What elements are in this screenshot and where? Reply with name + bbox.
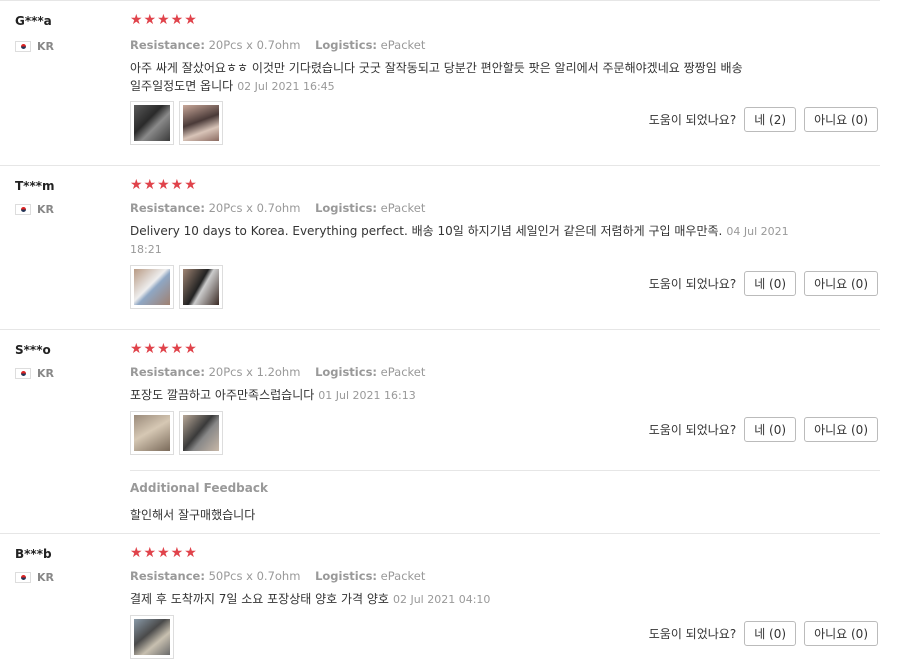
logistics-label: Logistics: (315, 38, 378, 52)
helpful-label: 도움이 되었나요? (648, 423, 737, 437)
helpful-no-button[interactable]: 아니요 (0) (804, 271, 878, 296)
logistics-label: Logistics: (315, 201, 378, 215)
review-sku-info: Resistance: 20Pcs x 0.7ohm Logistics: eP… (130, 38, 425, 52)
reviewer-name: S***o (15, 343, 51, 357)
review-date: 01 Jul 2021 16:13 (318, 389, 416, 402)
additional-feedback-title: Additional Feedback (130, 481, 268, 495)
review-photo-thumbnail[interactable] (179, 265, 223, 309)
reviewer-country: KR (15, 367, 54, 380)
helpful-yes-button[interactable]: 네 (0) (744, 417, 797, 442)
review-photos (130, 265, 223, 309)
review-sku-info: Resistance: 20Pcs x 1.2ohm Logistics: eP… (130, 365, 425, 379)
review-text-line: 아주 싸게 잘샀어요ㅎㅎ 이것만 기다렸습니다 굿굿 잘작동되고 당분간 편안할… (130, 61, 743, 75)
review-date: 02 Jul 2021 16:45 (237, 80, 335, 93)
kr-flag-icon (15, 572, 31, 583)
helpful-no-button[interactable]: 아니요 (0) (804, 107, 878, 132)
review-sku-info: Resistance: 50Pcs x 0.7ohm Logistics: eP… (130, 569, 425, 583)
review-item: S***o KR ★★★★★ Resistance: 20Pcs x 1.2oh… (0, 329, 900, 533)
review-text-line: 포장도 깔끔하고 아주만족스럽습니다 (130, 388, 315, 402)
additional-feedback-text: 할인해서 잘구매했습니다 (130, 508, 256, 522)
kr-flag-icon (15, 368, 31, 379)
review-photos (130, 101, 223, 145)
review-item: T***m KR ★★★★★ Resistance: 20Pcs x 0.7oh… (0, 165, 900, 329)
review-photo-thumbnail[interactable] (130, 265, 174, 309)
review-text: 포장도 깔끔하고 아주만족스럽습니다 01 Jul 2021 16:13 (130, 386, 790, 405)
review-text-line: Delivery 10 days to Korea. Everything pe… (130, 224, 723, 238)
star-rating: ★★★★★ (130, 341, 198, 357)
star-rating: ★★★★★ (130, 12, 198, 28)
reviewer-name: T***m (15, 179, 55, 193)
review-photo-thumbnail[interactable] (179, 411, 223, 455)
reviewer-country: KR (15, 40, 54, 53)
kr-flag-icon (15, 41, 31, 52)
resistance-value: 20Pcs x 0.7ohm (208, 38, 301, 52)
helpful-yes-button[interactable]: 네 (0) (744, 621, 797, 646)
logistics-value: ePacket (380, 569, 426, 583)
country-code: KR (37, 367, 54, 380)
helpful-label: 도움이 되었나요? (648, 277, 737, 291)
star-rating: ★★★★★ (130, 177, 198, 193)
star-rating: ★★★★★ (130, 545, 198, 561)
review-photo-thumbnail[interactable] (130, 615, 174, 659)
review-item: G***a KR ★★★★★ Resistance: 20Pcs x 0.7oh… (0, 0, 900, 165)
helpful-no-button[interactable]: 아니요 (0) (804, 621, 878, 646)
reviewer-country: KR (15, 203, 54, 216)
review-sku-info: Resistance: 20Pcs x 0.7ohm Logistics: eP… (130, 201, 425, 215)
country-code: KR (37, 571, 54, 584)
helpful-section: 도움이 되었나요? 네 (0) 아니요 (0) (649, 271, 878, 296)
logistics-value: ePacket (380, 365, 426, 379)
helpful-section: 도움이 되었나요? 네 (2) 아니요 (0) (649, 107, 878, 132)
review-date-time: 18:21 (130, 243, 162, 256)
helpful-section: 도움이 되었나요? 네 (0) 아니요 (0) (649, 621, 878, 646)
resistance-label: Resistance: (130, 38, 205, 52)
additional-feedback-divider (130, 470, 880, 471)
reviewer-name: B***b (15, 547, 52, 561)
logistics-value: ePacket (380, 38, 426, 52)
resistance-label: Resistance: (130, 365, 205, 379)
review-photo-thumbnail[interactable] (130, 101, 174, 145)
review-date: 02 Jul 2021 04:10 (392, 593, 491, 606)
country-code: KR (37, 40, 54, 53)
logistics-label: Logistics: (315, 569, 378, 583)
helpful-no-button[interactable]: 아니요 (0) (804, 417, 878, 442)
review-text: 결제 후 도착까지 7일 소요 포장상태 양호 가격 양호 02 Jul 2021… (130, 590, 790, 609)
country-code: KR (37, 203, 54, 216)
review-photo-thumbnail[interactable] (179, 101, 223, 145)
review-photos (130, 411, 223, 455)
review-date: 04 Jul 2021 (726, 225, 789, 238)
helpful-label: 도움이 되었나요? (648, 113, 737, 127)
helpful-section: 도움이 되었나요? 네 (0) 아니요 (0) (649, 417, 878, 442)
resistance-value: 50Pcs x 0.7ohm (208, 569, 301, 583)
resistance-label: Resistance: (130, 201, 205, 215)
logistics-value: ePacket (380, 201, 426, 215)
reviewer-country: KR (15, 571, 54, 584)
helpful-yes-button[interactable]: 네 (0) (744, 271, 797, 296)
resistance-label: Resistance: (130, 569, 205, 583)
helpful-yes-button[interactable]: 네 (2) (744, 107, 797, 132)
review-text: Delivery 10 days to Korea. Everything pe… (130, 222, 790, 259)
kr-flag-icon (15, 204, 31, 215)
review-photo-thumbnail[interactable] (130, 411, 174, 455)
review-text-line: 결제 후 도착까지 7일 소요 포장상태 양호 가격 양호 (130, 592, 389, 606)
review-text: 아주 싸게 잘샀어요ㅎㅎ 이것만 기다렸습니다 굿굿 잘작동되고 당분간 편안할… (130, 59, 790, 96)
review-text-line: 일주일정도면 옵니다 (130, 79, 234, 93)
resistance-value: 20Pcs x 1.2ohm (208, 365, 301, 379)
logistics-label: Logistics: (315, 365, 378, 379)
reviewer-name: G***a (15, 14, 52, 28)
review-item: B***b KR ★★★★★ Resistance: 50Pcs x 0.7oh… (0, 533, 900, 671)
review-photos (130, 615, 174, 659)
helpful-label: 도움이 되었나요? (648, 627, 737, 641)
resistance-value: 20Pcs x 0.7ohm (208, 201, 301, 215)
